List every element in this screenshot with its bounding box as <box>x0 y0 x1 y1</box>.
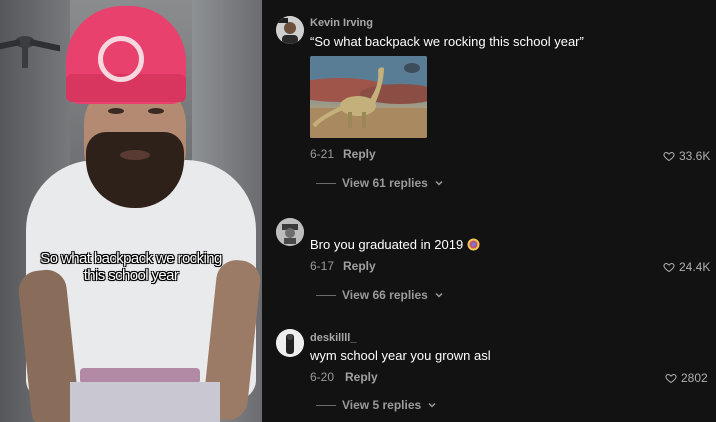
reply-button[interactable]: Reply <box>343 259 376 273</box>
view-replies-button[interactable]: View 5 replies <box>316 398 437 412</box>
ceiling-fan-icon <box>0 36 60 68</box>
comment-username[interactable]: deskillll_ <box>310 332 356 344</box>
avatar[interactable] <box>276 329 304 357</box>
dinosaur-painting-icon <box>310 56 427 138</box>
divider-line <box>316 404 336 406</box>
like-count: 2802 <box>681 371 708 385</box>
divider-line <box>316 182 336 184</box>
view-replies-button[interactable]: View 66 replies <box>316 288 444 302</box>
user-avatar-icon <box>276 329 304 357</box>
like-count: 33.6K <box>679 149 711 163</box>
chevron-down-icon <box>428 402 436 408</box>
view-replies-label: View 61 replies <box>342 176 428 190</box>
comment-date: 6-17 <box>310 259 335 273</box>
user-avatar-icon <box>276 16 304 44</box>
heart-icon <box>663 262 675 273</box>
comment-image[interactable] <box>310 56 427 138</box>
reply-button[interactable]: Reply <box>343 147 376 161</box>
person-eye <box>108 108 124 114</box>
caption-line: this school year <box>83 267 179 284</box>
comment-text-content: Bro you graduated in 2019 <box>310 237 464 252</box>
comment-text: “So what backpack we rocking this school… <box>310 34 584 49</box>
user-avatar-icon <box>276 218 304 246</box>
like-count: 24.4K <box>679 260 711 274</box>
comment-username[interactable]: Kevin Irving <box>310 17 373 29</box>
person-eye <box>148 108 164 114</box>
view-replies-button[interactable]: View 61 replies <box>316 176 444 190</box>
comment-date: 6-21 <box>310 147 335 161</box>
like-button[interactable]: 2802 <box>665 371 708 385</box>
person-mouth <box>120 150 150 160</box>
like-button[interactable]: 33.6K <box>663 149 710 163</box>
beanie-logo-icon <box>98 36 144 82</box>
like-button[interactable]: 24.4K <box>663 260 710 274</box>
view-replies-label: View 5 replies <box>342 398 422 412</box>
chevron-down-icon <box>435 180 443 186</box>
video-caption: So what backpack we rocking this school … <box>0 250 262 284</box>
heart-icon <box>663 151 675 162</box>
chevron-down-icon <box>435 292 443 298</box>
comments-panel: Kevin Irving “So what backpack we rockin… <box>262 0 716 422</box>
divider-line <box>316 294 336 296</box>
comment-text: Bro you graduated in 2019 <box>310 237 480 252</box>
heart-icon <box>665 373 677 384</box>
comment-date: 6-20 <box>310 370 335 384</box>
avatar[interactable] <box>276 218 304 246</box>
avatar[interactable] <box>276 16 304 44</box>
video-player[interactable]: So what backpack we rocking this school … <box>0 0 262 422</box>
comment-text: wym school year you grown asl <box>310 348 491 363</box>
reply-button[interactable]: Reply <box>345 370 378 384</box>
caption-line: So what backpack we rocking <box>40 250 222 267</box>
person-pants <box>70 382 220 422</box>
crying-laughing-emoji-icon <box>467 238 480 251</box>
view-replies-label: View 66 replies <box>342 288 428 302</box>
